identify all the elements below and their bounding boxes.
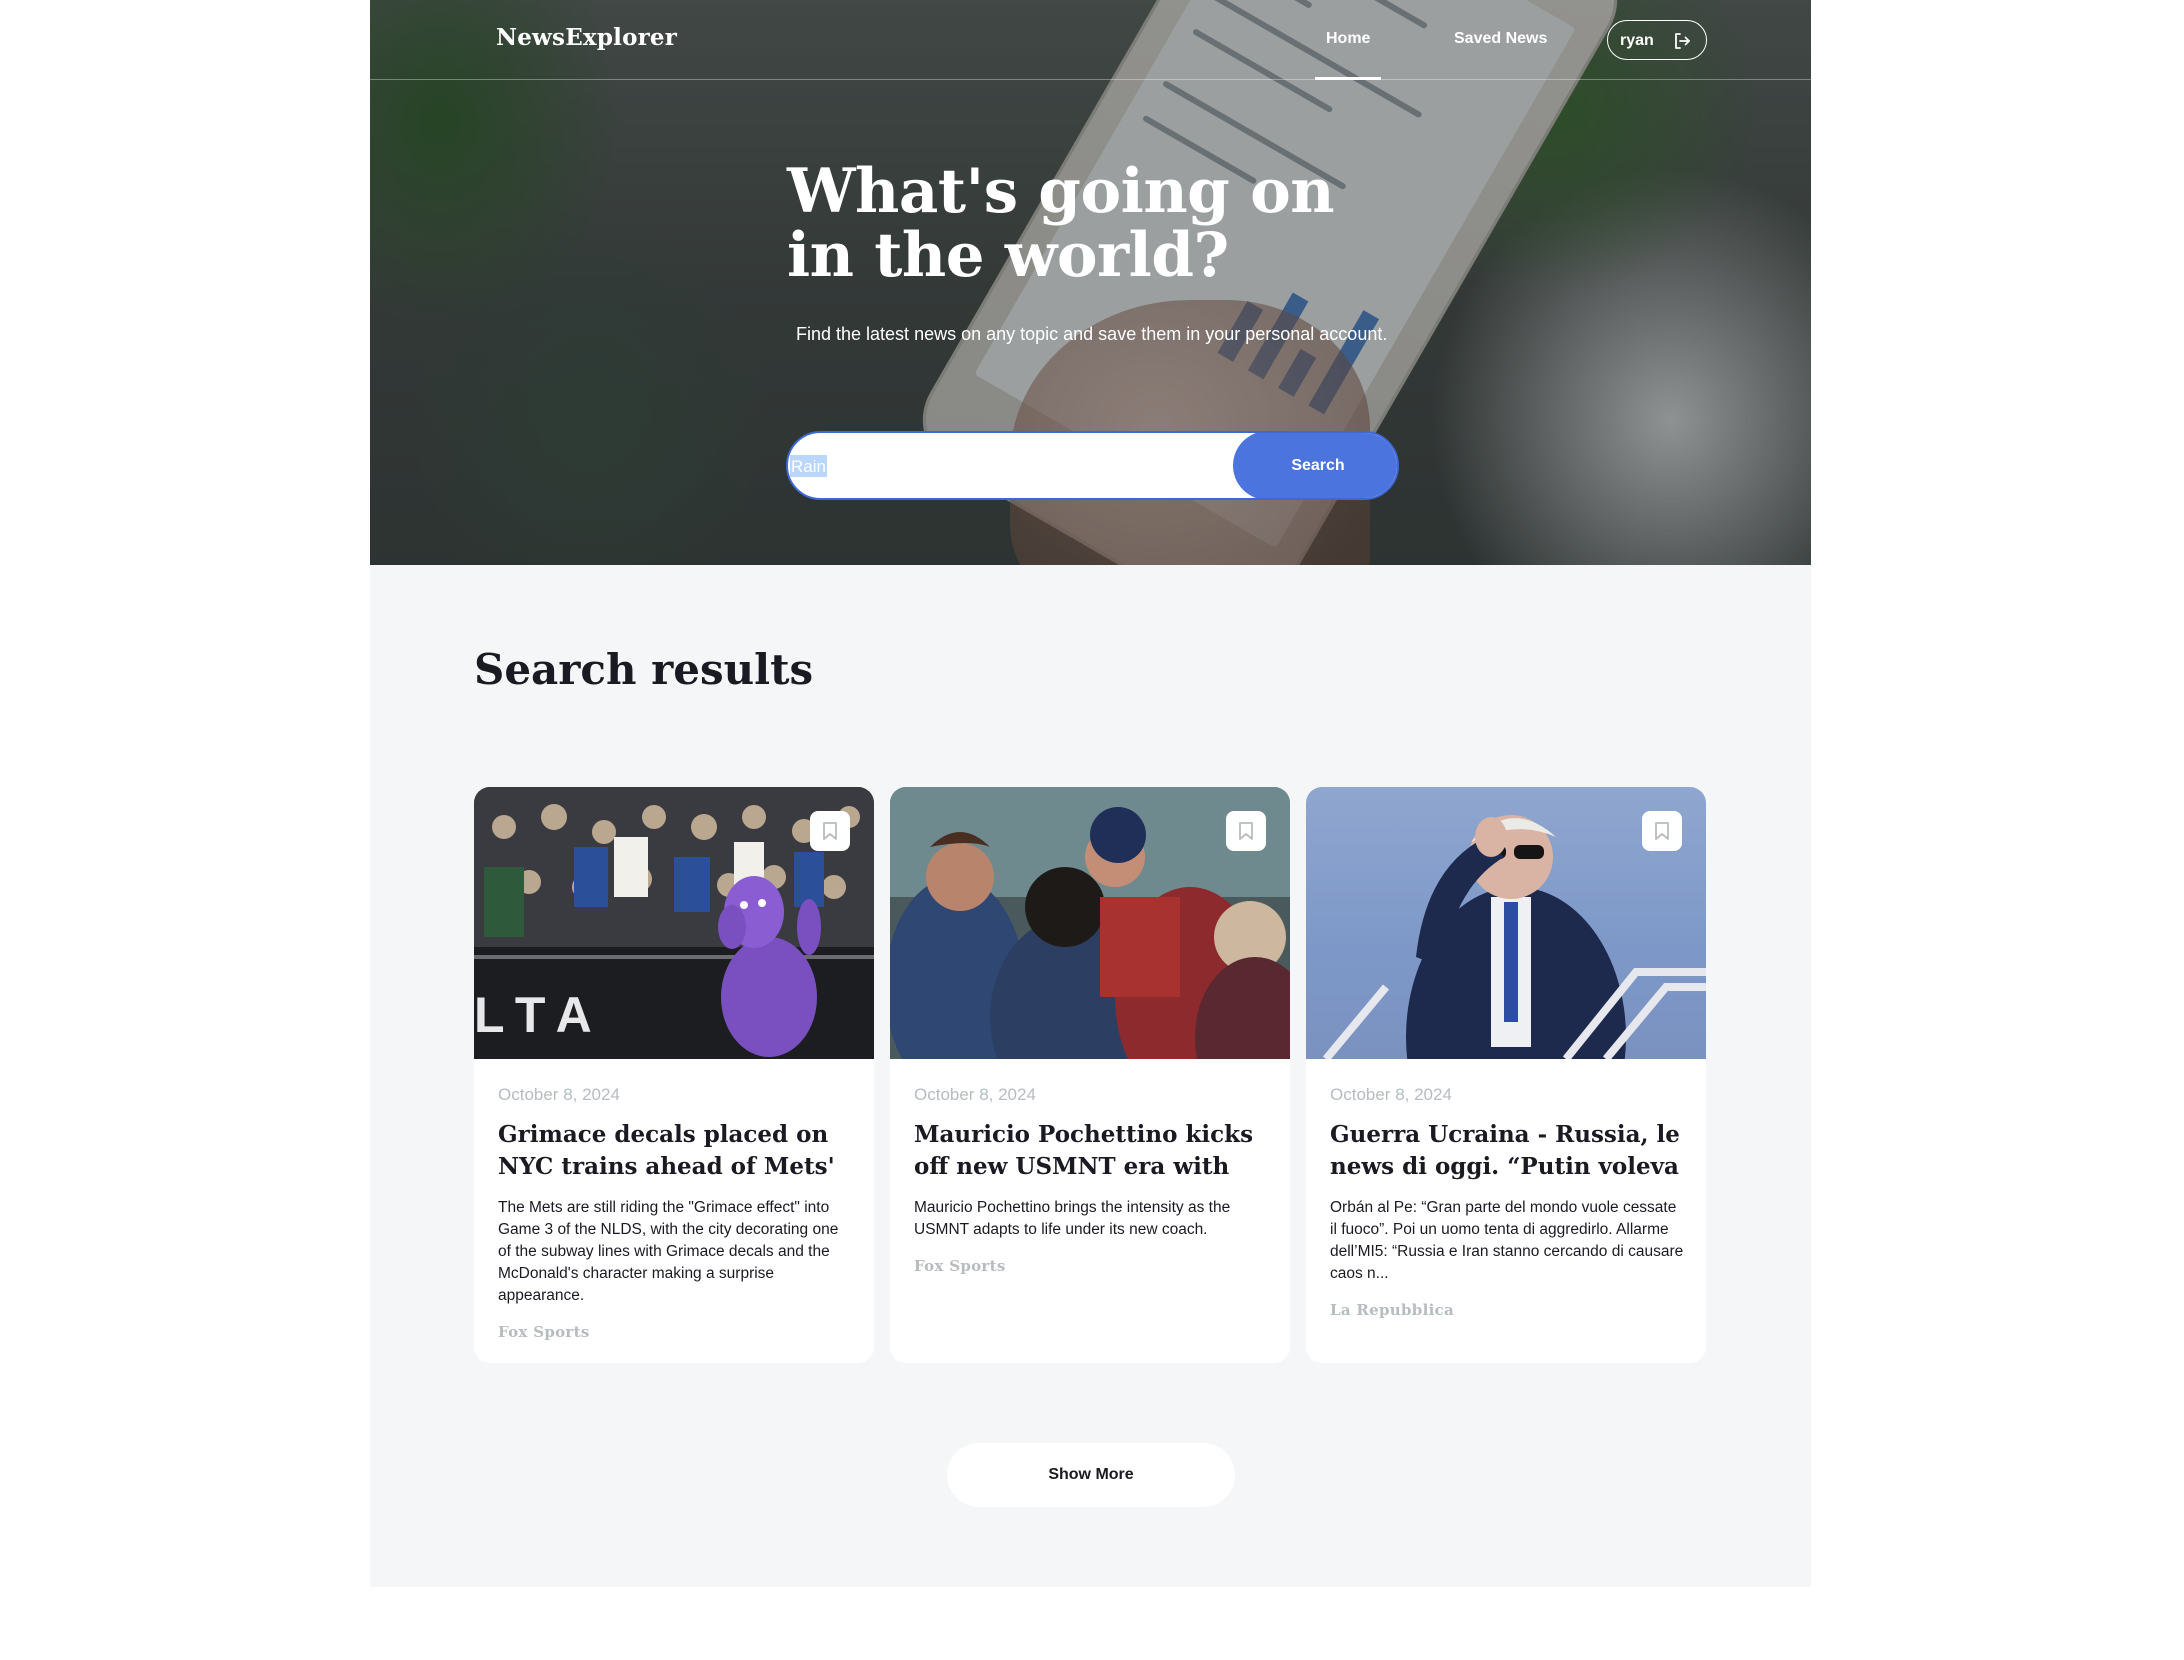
search-button[interactable]: Search (1233, 433, 1397, 498)
news-card-date: October 8, 2024 (914, 1085, 1036, 1104)
news-card-source: Fox Sports (498, 1323, 590, 1341)
news-card-source: La Repubblica (1330, 1301, 1455, 1319)
bookmark-button[interactable] (1642, 811, 1682, 851)
news-card-date: October 8, 2024 (498, 1085, 620, 1104)
bookmark-icon (1655, 822, 1669, 840)
hero-title: What's going on in the world? (787, 156, 1335, 291)
bookmark-icon (823, 822, 837, 840)
stadium-sign-text: LTA (474, 987, 606, 1043)
news-card[interactable]: LTA October 8, 2024 Grimace decals place… (474, 787, 874, 1363)
search-form: Rain Search (786, 431, 1399, 500)
news-card-text: The Mets are still riding the "Grimace e… (498, 1199, 839, 1304)
hero: NewsExplorer Home Saved News ryan What's… (370, 0, 1811, 565)
bookmark-button[interactable] (810, 811, 850, 851)
bookmark-button[interactable] (1226, 811, 1266, 851)
nav-saved-news-link[interactable]: Saved News (1454, 30, 1547, 48)
site-header: NewsExplorer Home Saved News ryan (370, 0, 1811, 80)
user-name: ryan (1620, 32, 1654, 49)
nav-home-link[interactable]: Home (1326, 30, 1370, 48)
logout-icon (1672, 31, 1692, 51)
search-input[interactable] (788, 433, 1228, 498)
search-results-title: Search results (474, 645, 814, 694)
hero-subtitle: Find the latest news on any topic and sa… (796, 324, 1388, 344)
show-more-button[interactable]: Show More (947, 1443, 1235, 1507)
site-logo[interactable]: NewsExplorer (496, 24, 677, 51)
news-card-date: October 8, 2024 (1330, 1085, 1452, 1104)
news-card-text: Orbán al Pe: “Gran parte del mondo vuole… (1330, 1199, 1684, 1282)
news-card-title: Grimace decals placed on NYC trains ahea… (498, 1121, 835, 1180)
user-logout-button[interactable]: ryan (1607, 20, 1707, 60)
news-card[interactable]: October 8, 2024 Guerra Ucraina - Russia,… (1306, 787, 1706, 1363)
news-card-title: Mauricio Pochettino kicks off new USMNT … (914, 1121, 1254, 1180)
news-card-title: Guerra Ucraina - Russia, le news di oggi… (1330, 1121, 1680, 1180)
nav-active-indicator (1315, 77, 1381, 80)
news-card[interactable]: October 8, 2024 Mauricio Pochettino kick… (890, 787, 1290, 1363)
app: NewsExplorer Home Saved News ryan What's… (370, 0, 1811, 1587)
news-card-text: Mauricio Pochettino brings the intensity… (914, 1199, 1231, 1238)
news-card-source: Fox Sports (914, 1257, 1006, 1275)
bookmark-icon (1239, 822, 1253, 840)
